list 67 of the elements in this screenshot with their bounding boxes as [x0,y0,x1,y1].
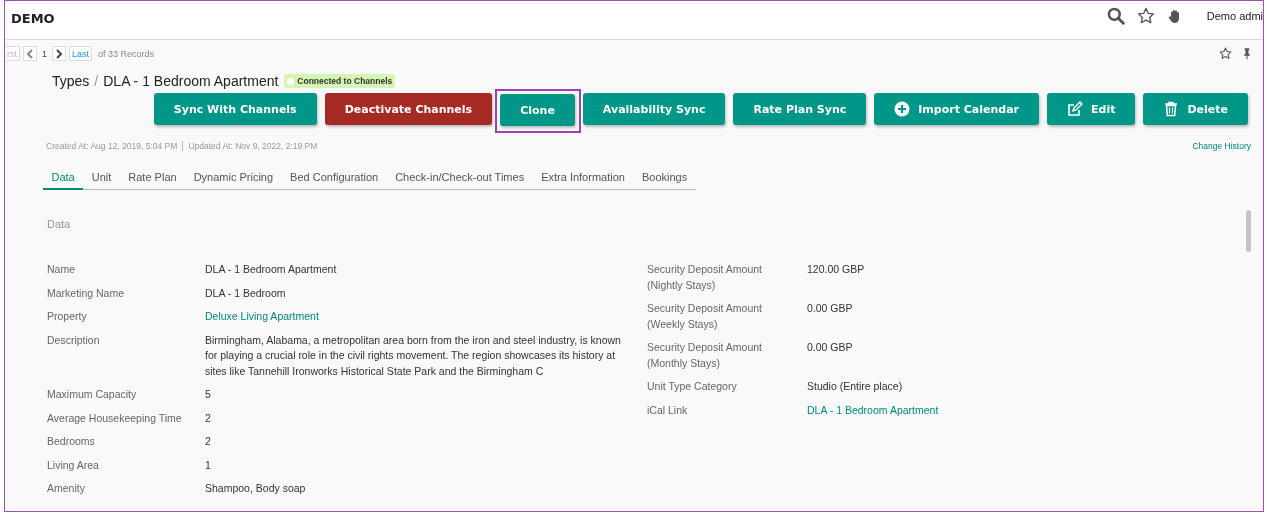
field-label: Name [47,262,76,277]
next-page-button[interactable] [52,46,66,61]
star-icon[interactable] [1136,7,1155,25]
page-title: DLA - 1 Bedroom Apartment [103,73,279,89]
scrollbar-thumb[interactable] [1246,210,1251,252]
field-label: Amenity [47,481,86,496]
star-icon[interactable] [1219,47,1232,60]
tab[interactable]: Dynamic Pricing [185,171,282,190]
tab[interactable]: Check-in/Check-out Times [386,171,533,190]
field-label: Security Deposit Amount (Nightly Stays) [647,262,763,293]
tab[interactable]: Bookings [633,171,696,190]
field-label: Security Deposit Amount (Monthly Stays) [647,340,763,371]
created-at-text: Created At: Aug 12, 2019, 5:04 PM [46,141,178,151]
field-value: Birmingham, Alabama, a metropolitan area born from the iron and steel industry, is known for playing a crucial role in the civil rights movement. The region showcases its history at sites like Tannehill Ironworks Historical State Park and the Birmingham C [205,332,622,379]
page-number: 1 [41,48,48,59]
last-page-button[interactable]: Last [69,46,93,61]
field-value: 0.00 GBP [807,340,854,355]
status-badge: Connected to Channels [284,74,396,88]
field-value: DLA - 1 Bedroom [205,285,287,301]
field-label: Living Area [47,457,100,473]
change-history-link[interactable]: Change History [1192,141,1251,151]
breadcrumb-separator: / [94,73,99,89]
field-link[interactable]: Deluxe Living Apartment [205,309,333,325]
field-label: Property [47,309,88,324]
trash-icon [1163,101,1180,117]
field-label: Description [47,332,101,348]
plus-circle-icon [894,101,911,117]
app-logo-text[interactable]: DEMO [11,10,55,26]
action-button[interactable]: Rate Plan Sync [733,93,867,125]
field-label: Security Deposit Amount (Weekly Stays) [647,301,763,332]
field-value: 0.00 GBP [807,301,854,316]
field-label: iCal Link [647,402,689,418]
tab[interactable]: Rate Plan [119,171,186,190]
field-label: Unit Type Category [647,379,738,394]
action-button[interactable]: Clone [500,94,575,126]
field-value: 2 [205,410,212,426]
action-button[interactable]: Sync With Channels [153,93,317,125]
field-value: Shampoo, Body soap [205,481,307,496]
pin-icon[interactable] [1241,47,1253,60]
field-value: 1 [205,457,212,473]
field-label: Average Housekeeping Time [47,410,183,426]
field-value: Studio (Entire place) [807,379,904,394]
action-button[interactable]: Deactivate Channels [324,93,493,125]
field-label: Marketing Name [47,285,126,301]
tab[interactable]: Extra Information [532,171,634,190]
breadcrumb-link[interactable]: Types [52,73,90,89]
field-value: 5 [205,387,212,402]
user-name[interactable]: Demo admi [1206,10,1263,22]
field-label: Bedrooms [47,434,96,449]
previous-page-button[interactable] [23,46,37,61]
field-value: DLA - 1 Bedroom Apartment [205,262,338,277]
field-value: 2 [205,434,212,449]
action-button[interactable]: Availability Sync [582,93,726,125]
tab[interactable]: Unit [83,171,120,190]
field-label: Maximum Capacity [47,387,138,402]
section-heading: Data [47,218,72,230]
action-button[interactable]: Delete [1143,93,1248,125]
search-icon[interactable] [1106,7,1125,25]
tab[interactable]: Data [43,171,84,190]
record-count: of 33 Records [98,48,155,59]
action-button[interactable]: Import Calendar [874,93,1040,125]
tab[interactable]: Bed Configuration [281,171,387,190]
edit-icon [1067,101,1084,117]
updated-at-text: Updated At: Nov 9, 2022, 2:19 PM [182,141,318,151]
field-value: 120.00 GBP [807,262,866,277]
action-button[interactable]: Edit [1047,93,1136,125]
field-link[interactable]: DLA - 1 Bedroom Apartment [807,402,953,418]
